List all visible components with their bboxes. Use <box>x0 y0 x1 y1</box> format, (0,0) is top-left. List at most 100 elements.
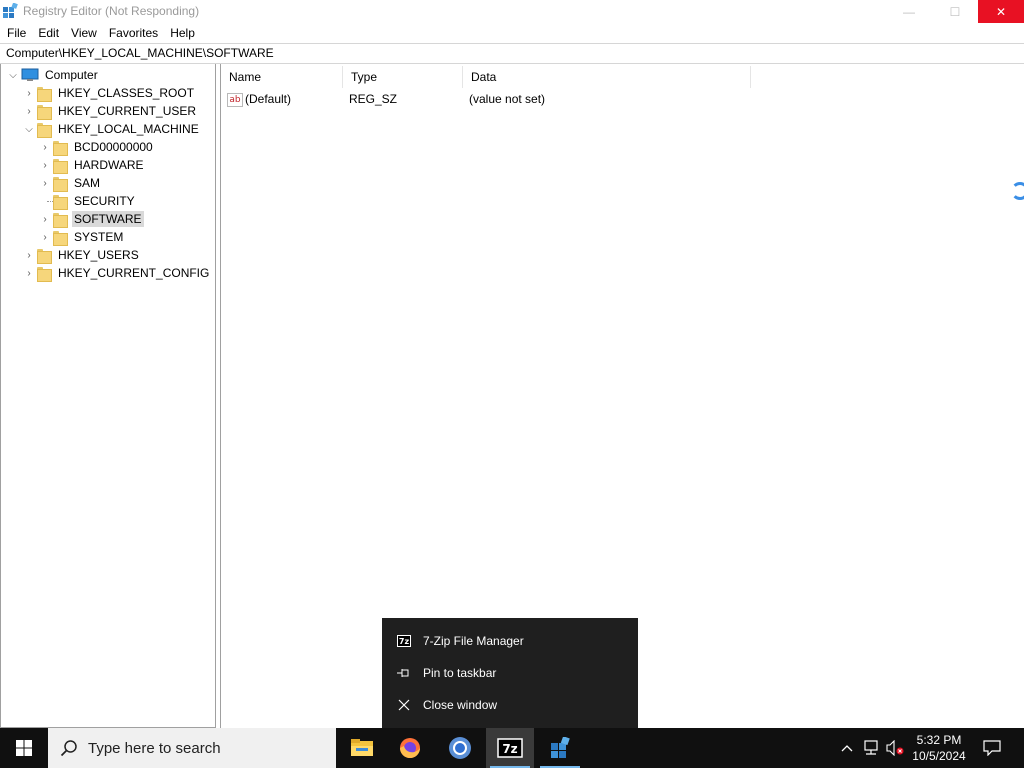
jumplist-item-label: Close window <box>423 698 498 712</box>
computer-icon <box>21 68 39 81</box>
tree-item-system[interactable]: › SYSTEM <box>39 228 125 246</box>
windows-logo-icon <box>16 740 32 756</box>
search-icon <box>60 740 77 757</box>
pin-icon <box>396 665 412 681</box>
close-icon <box>396 697 412 713</box>
tree-item-computer[interactable]: ⌵ Computer <box>7 66 100 84</box>
taskbar-regedit[interactable] <box>536 728 584 768</box>
chevron-up-icon <box>841 745 853 752</box>
value-name: (Default) <box>245 92 292 106</box>
jumplist-item-label: Pin to taskbar <box>423 666 497 680</box>
busy-cursor-icon <box>1011 182 1024 200</box>
tree-item-hkey-local-machine[interactable]: ⌵ HKEY_LOCAL_MACHINE <box>23 120 201 138</box>
notification-icon <box>983 740 1001 756</box>
registry-editor-icon <box>3 3 18 18</box>
folder-icon <box>53 230 68 246</box>
window-title: Registry Editor (Not Responding) <box>23 4 200 18</box>
menu-file[interactable]: File <box>1 23 32 43</box>
tree-item-label: SYSTEM <box>74 230 124 244</box>
volume-tray-button[interactable] <box>884 728 906 768</box>
show-hidden-icons-button[interactable] <box>838 728 856 768</box>
chevron-right-icon[interactable]: › <box>23 264 35 282</box>
chevron-right-icon[interactable]: › <box>39 156 51 174</box>
chevron-right-icon[interactable]: › <box>39 210 51 228</box>
string-value-icon: ab <box>227 92 243 107</box>
chevron-down-icon[interactable]: ⌵ <box>7 66 19 84</box>
tree-item-label: HARDWARE <box>74 158 144 172</box>
network-tray-button[interactable] <box>860 728 882 768</box>
tree-item-label: HKEY_CURRENT_CONFIG <box>58 266 210 280</box>
value-data: (value not set) <box>469 92 546 106</box>
firefox-icon <box>400 738 420 758</box>
tree-item-software[interactable]: › SOFTWARE <box>39 210 144 228</box>
chevron-right-icon[interactable]: › <box>39 138 51 156</box>
search-placeholder: Type here to search <box>88 739 221 757</box>
jumplist-pin-to-taskbar[interactable]: Pin to taskbar <box>382 657 638 689</box>
tree-item-sam[interactable]: › SAM <box>39 174 102 192</box>
jumplist-close-window[interactable]: Close window <box>382 689 638 721</box>
taskbar-7zip[interactable]: 7z <box>486 728 534 768</box>
menu-view[interactable]: View <box>65 23 103 43</box>
column-header-data[interactable]: Data <box>463 66 751 88</box>
folder-icon <box>37 86 52 102</box>
folder-icon <box>53 176 68 192</box>
taskbar-chrome[interactable] <box>436 728 484 768</box>
value-row[interactable]: ab (Default) <box>227 90 291 108</box>
chevron-right-icon[interactable]: › <box>39 228 51 246</box>
folder-icon <box>37 122 52 138</box>
clock-date: 10/5/2024 <box>912 749 966 763</box>
jumplist-item-label: 7-Zip File Manager <box>423 634 524 648</box>
menu-help[interactable]: Help <box>164 23 201 43</box>
folder-icon <box>37 104 52 120</box>
tree-item-label: HKEY_LOCAL_MACHINE <box>58 122 199 136</box>
jumplist-7zip-file-manager[interactable]: 7z 7-Zip File Manager <box>382 625 638 657</box>
tree-item-hkey-current-config[interactable]: › HKEY_CURRENT_CONFIG <box>23 264 211 282</box>
taskbar-clock[interactable]: 5:32 PM 10/5/2024 <box>906 732 972 764</box>
folder-icon <box>53 158 68 174</box>
folder-icon <box>351 739 373 756</box>
volume-muted-icon <box>886 740 904 756</box>
taskbar-search-box[interactable]: Type here to search <box>48 728 336 768</box>
regedit-icon <box>551 737 570 758</box>
start-button[interactable] <box>0 728 48 768</box>
folder-icon <box>53 212 68 228</box>
menu-favorites[interactable]: Favorites <box>103 23 164 43</box>
tree-item-hkey-current-user[interactable]: › HKEY_CURRENT_USER <box>23 102 198 120</box>
column-header-type[interactable]: Type <box>343 66 463 88</box>
tree-item-label: SOFTWARE <box>72 211 144 227</box>
chevron-right-icon[interactable]: › <box>23 84 35 102</box>
chevron-right-icon[interactable]: › <box>23 246 35 264</box>
address-bar[interactable]: Computer\HKEY_LOCAL_MACHINE\SOFTWARE <box>0 43 1024 64</box>
chevron-right-icon[interactable]: › <box>23 102 35 120</box>
clock-time: 5:32 PM <box>916 733 962 747</box>
maximize-button[interactable]: ☐ <box>932 0 978 23</box>
column-header-name[interactable]: Name <box>221 66 343 88</box>
value-type: REG_SZ <box>349 92 398 106</box>
close-button[interactable]: ✕ <box>978 0 1024 23</box>
tree-item-hardware[interactable]: › HARDWARE <box>39 156 146 174</box>
taskbar-firefox[interactable] <box>386 728 434 768</box>
tree-item-label: Computer <box>45 68 98 82</box>
tree-item-security[interactable]: SECURITY <box>39 192 137 210</box>
tree-item-label: HKEY_USERS <box>58 248 139 262</box>
tree-pane[interactable]: ⌵ Computer › HKEY_CLASSES_ROOT › HKEY_CU… <box>0 64 216 728</box>
taskbar: Type here to search 7z 5:32 PM 10/5/2024 <box>0 728 1024 768</box>
minimize-button[interactable]: — <box>886 0 932 23</box>
tree-item-label: HKEY_CURRENT_USER <box>58 104 197 118</box>
chevron-right-icon[interactable]: › <box>39 174 51 192</box>
tree-item-bcd[interactable]: › BCD00000000 <box>39 138 155 156</box>
menu-bar: File Edit View Favorites Help <box>0 23 1024 43</box>
taskbar-jump-list: 7z 7-Zip File Manager Pin to taskbar Clo… <box>382 618 638 728</box>
chevron-down-icon[interactable]: ⌵ <box>23 120 35 138</box>
tree-item-hkey-users[interactable]: › HKEY_USERS <box>23 246 141 264</box>
7zip-icon: 7z <box>497 738 523 758</box>
tree-item-hkey-classes-root[interactable]: › HKEY_CLASSES_ROOT <box>23 84 196 102</box>
folder-icon <box>53 140 68 156</box>
menu-edit[interactable]: Edit <box>32 23 65 43</box>
tree-item-label: BCD00000000 <box>74 140 153 154</box>
network-icon <box>864 740 878 755</box>
7zip-icon: 7z <box>396 633 412 649</box>
taskbar-file-explorer[interactable] <box>338 728 386 768</box>
action-center-button[interactable] <box>978 728 1006 768</box>
folder-icon <box>37 266 52 282</box>
